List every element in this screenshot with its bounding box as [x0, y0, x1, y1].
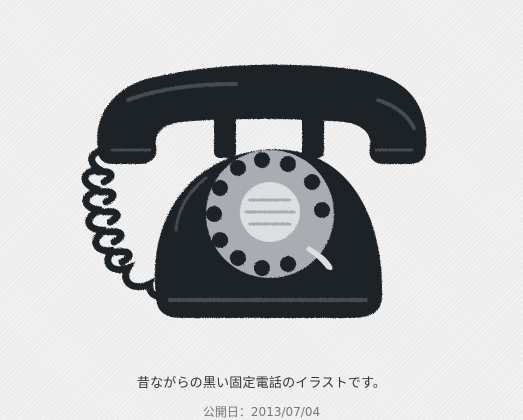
illustration [0, 0, 523, 345]
rotary-telephone-icon [81, 64, 427, 318]
published-date-value: 2013/07/04 [250, 405, 321, 419]
published-date: 公開日：2013/07/04 [0, 403, 523, 420]
rotary-dial [206, 150, 334, 278]
illustration-caption: 昔ながらの黒い固定電話のイラストです。 [136, 376, 387, 391]
cradle-post-left [214, 110, 236, 158]
handset [97, 64, 427, 164]
cradle-post-right [302, 110, 324, 158]
published-label: 公開日： [202, 405, 251, 419]
